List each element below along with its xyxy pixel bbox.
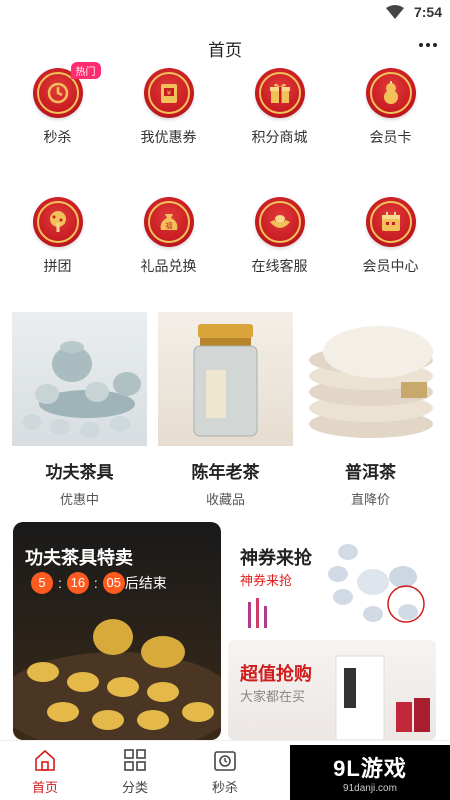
grid-item-label: 会员卡 (369, 129, 412, 145)
promo-title: 功夫茶具特卖 (25, 548, 133, 568)
grid-item-label: 礼品兑换 (140, 258, 197, 274)
grid-item-seckill[interactable]: 热门 秒杀 (4, 62, 111, 147)
tab-seckill[interactable]: 秒杀 (180, 747, 270, 796)
coupon-icon: ¥ (143, 68, 194, 118)
tab-label: 首页 (31, 780, 58, 795)
svg-text:福: 福 (165, 221, 172, 230)
countdown-seconds: 05 (102, 572, 125, 594)
tab-category[interactable]: 分类 (90, 747, 180, 796)
more-menu-icon[interactable] (416, 34, 440, 56)
grid-item-label: 会员中心 (362, 258, 419, 274)
grid-item-member-card[interactable]: 会员卡 (337, 68, 444, 147)
grid-item-label: 拼团 (43, 258, 72, 274)
countdown-suffix: 后结束 (124, 575, 167, 591)
product-card-aged-tea[interactable]: 陈年老茶 收藏品 (158, 312, 293, 508)
product-name: 陈年老茶 (191, 463, 260, 482)
product-name: 普洱茶 (345, 463, 396, 482)
calendar-icon (365, 197, 416, 247)
promo-image (335, 655, 430, 740)
watermark-brand: 9L游戏 (333, 756, 407, 781)
countdown-hours: 5 (31, 572, 53, 594)
product-subtitle: 优惠中 (59, 492, 99, 507)
product-card-puer-tea[interactable]: 普洱茶 直降价 (303, 312, 438, 508)
product-name: 功夫茶具 (45, 463, 114, 482)
grid-item-online-service[interactable]: 在线客服 (226, 197, 333, 276)
ingot-icon (254, 197, 305, 247)
tab-label: 分类 (121, 780, 148, 795)
wifi-icon (386, 5, 404, 19)
tab-home[interactable]: 首页 (0, 747, 90, 796)
countdown-timer: 5 : 16 : 05 后结束 (31, 572, 167, 594)
grid-item-label: 在线客服 (251, 258, 308, 274)
feature-grid-row-1: 热门 秒杀 ¥ 我优惠券 积分商城 会员卡 (0, 62, 450, 147)
timer-icon (214, 751, 236, 771)
clock-icon: 热门 (32, 62, 101, 118)
product-subtitle: 直降价 (350, 492, 390, 507)
promo-super-deal[interactable]: 超值抢购 大家都在买 (228, 640, 436, 740)
product-image (303, 312, 438, 446)
grid-item-points-mall[interactable]: 积分商城 (226, 68, 333, 147)
feature-grid-row-2: 拼团 福 礼品兑换 在线客服 会员中心 (0, 197, 450, 276)
product-image (12, 312, 147, 446)
product-card-kungfu-tea-set[interactable]: 功夫茶具 优惠中 (12, 312, 147, 508)
status-time: 7:54 (413, 4, 442, 20)
tab-label: 秒杀 (211, 780, 238, 795)
grid-item-label: 积分商城 (251, 129, 308, 145)
promo-coupon-grab[interactable]: 神券来抢 神券来抢 (228, 522, 436, 632)
watermark-url: 91danji.com (343, 783, 397, 794)
grid-item-group-buy[interactable]: 拼团 (4, 197, 111, 276)
home-icon (35, 749, 55, 771)
gift-box-icon (254, 68, 305, 118)
product-subtitle: 收藏品 (205, 492, 245, 507)
grid-item-member-center[interactable]: 会员中心 (337, 197, 444, 276)
money-bag-icon: 福 (143, 197, 194, 247)
grid-item-gift-exchange[interactable]: 福 礼品兑换 (115, 197, 222, 276)
tree-icon (32, 197, 83, 247)
header: 首页 (0, 26, 450, 66)
svg-text:¥: ¥ (166, 89, 171, 97)
grid-item-label: 秒杀 (43, 129, 72, 145)
promo-kungfu-sale[interactable]: 功夫茶具特卖 5 : 16 : 05 后结束 (13, 522, 221, 740)
hot-badge: 热门 (70, 62, 101, 79)
gourd-icon (365, 68, 416, 118)
grid-item-my-coupons[interactable]: ¥ 我优惠券 (115, 68, 222, 147)
grid-item-label: 我优惠券 (140, 129, 197, 145)
promo-image (248, 544, 425, 628)
status-bar: 7:54 (0, 0, 450, 26)
page-title: 首页 (208, 41, 242, 60)
product-image (158, 312, 293, 446)
countdown-minutes: 16 (66, 572, 89, 594)
watermark-logo: 9L游戏 91danji.com (290, 745, 450, 800)
grid-icon (124, 749, 146, 771)
